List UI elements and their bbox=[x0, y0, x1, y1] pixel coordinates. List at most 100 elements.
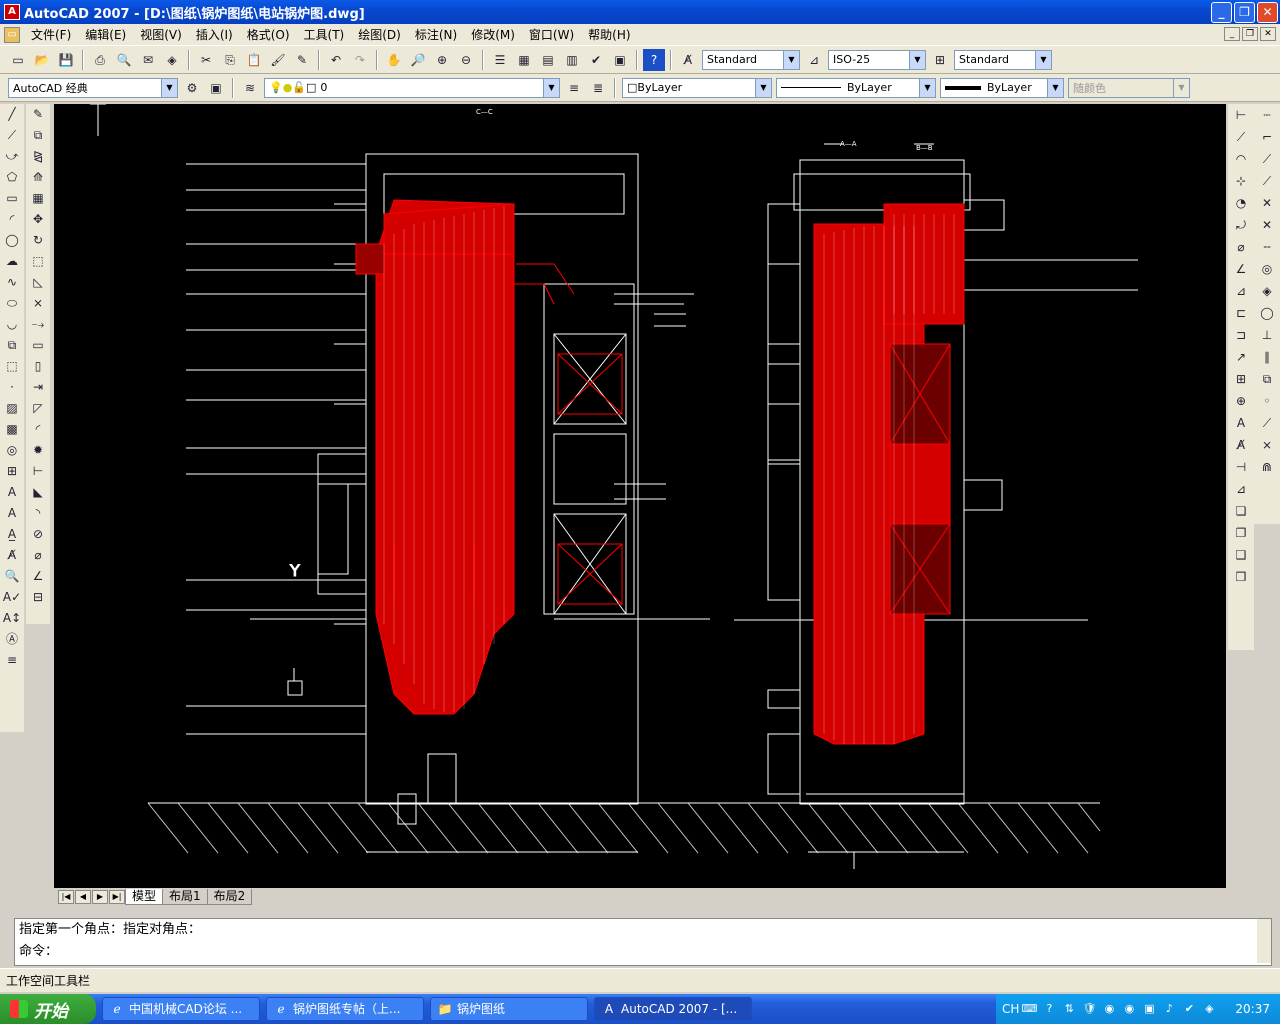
array-icon[interactable]: ▦ bbox=[27, 188, 49, 209]
qq-icon[interactable]: ◉ bbox=[1101, 1001, 1117, 1017]
snap-apparent-icon[interactable]: ✕ bbox=[1256, 214, 1278, 236]
line-icon[interactable]: ╱ bbox=[1, 104, 23, 125]
sheet-set-icon[interactable]: ▥ bbox=[561, 49, 583, 71]
draw-order-front-icon[interactable]: ❏ bbox=[1230, 500, 1252, 522]
snap-endpoint-icon[interactable]: ⟋ bbox=[1256, 148, 1278, 170]
antivirus-icon[interactable]: ✔ bbox=[1181, 1001, 1197, 1017]
dim-aligned-icon[interactable]: ◣ bbox=[27, 482, 49, 503]
doc-minimize-button[interactable]: _ bbox=[1224, 27, 1240, 41]
menu-file[interactable]: 文件(F) bbox=[24, 26, 78, 43]
copy-object-icon[interactable]: ⧉ bbox=[27, 125, 49, 146]
next-tab-icon[interactable]: ▶ bbox=[92, 890, 108, 904]
new-icon[interactable]: ▭ bbox=[7, 49, 29, 71]
command-window[interactable]: 指定第一个角点：指定对角点： 命令： bbox=[14, 918, 1272, 966]
break-point-icon[interactable]: ▭ bbox=[27, 335, 49, 356]
dim-style-select[interactable]: ISO-25 ▼ bbox=[828, 49, 926, 70]
dim-continue-icon[interactable]: ⊐ bbox=[1230, 324, 1252, 346]
3d-dwf-icon[interactable]: ◈ bbox=[161, 49, 183, 71]
extend-icon[interactable]: ⤍ bbox=[27, 314, 49, 335]
snap-from-icon[interactable]: ⌐ bbox=[1256, 126, 1278, 148]
ellipse-icon[interactable]: ⬭ bbox=[1, 293, 23, 314]
rotate-icon[interactable]: ↻ bbox=[27, 230, 49, 251]
snap-settings-icon[interactable]: ⋒ bbox=[1256, 456, 1278, 478]
layer-previous-icon[interactable]: ≣ bbox=[587, 77, 609, 99]
snap-parallel-icon[interactable]: ∥ bbox=[1256, 346, 1278, 368]
qq-icon2[interactable]: ◉ bbox=[1121, 1001, 1137, 1017]
convert-distance-icon[interactable]: ≡ bbox=[1, 650, 23, 671]
design-center-icon[interactable]: ▦ bbox=[513, 49, 535, 71]
table-style-select[interactable]: Standard ▼ bbox=[954, 49, 1052, 70]
last-tab-icon[interactable]: ▶| bbox=[109, 890, 125, 904]
menu-edit[interactable]: 编辑(E) bbox=[78, 26, 133, 43]
volume-icon[interactable]: ♪ bbox=[1161, 1001, 1177, 1017]
task-autocad[interactable]: A AutoCAD 2007 - [... bbox=[594, 997, 752, 1021]
chamfer-icon[interactable]: ◸ bbox=[27, 398, 49, 419]
point-icon[interactable]: · bbox=[1, 377, 23, 398]
layer-manager-icon[interactable]: ≋ bbox=[239, 77, 261, 99]
publish-icon[interactable]: ✉ bbox=[137, 49, 159, 71]
dim-linear-icon2[interactable]: ⊢ bbox=[1230, 104, 1252, 126]
fillet-icon[interactable]: ◜ bbox=[27, 419, 49, 440]
justify-text-icon[interactable]: Ⓐ bbox=[1, 629, 23, 650]
network-icon[interactable]: ▣ bbox=[1141, 1001, 1157, 1017]
snap-none-icon[interactable]: ⨯ bbox=[1256, 434, 1278, 456]
maximize-button[interactable]: ❐ bbox=[1234, 2, 1255, 23]
layer-select[interactable]: 💡 ● 🔓 □ 0 ▼ bbox=[264, 77, 560, 98]
menu-view[interactable]: 视图(V) bbox=[133, 26, 189, 43]
task-boiler-folder[interactable]: 📁 锅炉图纸 bbox=[430, 997, 588, 1021]
text-style-icon2[interactable]: A̸ bbox=[1, 545, 23, 566]
center-mark-icon[interactable]: ⊕ bbox=[1230, 390, 1252, 412]
dim-radius-icon[interactable]: ⊘ bbox=[27, 524, 49, 545]
security-shield-icon[interactable]: 🛡 bbox=[1081, 1001, 1097, 1017]
stretch-icon[interactable]: ◺ bbox=[27, 272, 49, 293]
erase-icon[interactable]: ✎ bbox=[27, 104, 49, 125]
text-style-select[interactable]: Standard ▼ bbox=[702, 49, 800, 70]
text-icon[interactable]: A bbox=[1, 503, 23, 524]
markup-icon[interactable]: ✔ bbox=[585, 49, 607, 71]
zoom-realtime-icon[interactable]: 🔎 bbox=[407, 49, 429, 71]
drawing-canvas[interactable]: C—C A—A B—B Y bbox=[54, 104, 1226, 888]
dim-arc-icon[interactable]: ◝ bbox=[27, 503, 49, 524]
snap-extension-icon[interactable]: ╌ bbox=[1256, 236, 1278, 258]
arc-icon[interactable]: ◜ bbox=[1, 209, 23, 230]
snap-insert-icon[interactable]: ⧉ bbox=[1256, 368, 1278, 390]
linetype-select[interactable]: ByLayer ▼ bbox=[776, 77, 936, 98]
task-forum[interactable]: ℯ 中国机械CAD论坛 ... bbox=[102, 997, 260, 1021]
shield-icon[interactable]: ◈ bbox=[1201, 1001, 1217, 1017]
circle-icon[interactable]: ◯ bbox=[1, 230, 23, 251]
polygon-icon[interactable]: ⬠ bbox=[1, 167, 23, 188]
quick-dim-icon[interactable]: ⊟ bbox=[27, 587, 49, 608]
workspace-save-icon[interactable]: ▣ bbox=[205, 77, 227, 99]
dim-diameter-icon[interactable]: ⌀ bbox=[27, 545, 49, 566]
dim-aligned-icon2[interactable]: ⟋ bbox=[1230, 126, 1252, 148]
zoom-previous-icon[interactable]: ⊖ bbox=[455, 49, 477, 71]
menu-dimension[interactable]: 标注(N) bbox=[408, 26, 464, 43]
snap-perpendicular-icon[interactable]: ⊥ bbox=[1256, 324, 1278, 346]
doc-restore-button[interactable]: ❐ bbox=[1242, 27, 1258, 41]
help-icon[interactable]: ? bbox=[643, 48, 665, 71]
quick-leader-icon[interactable]: ↗ bbox=[1230, 346, 1252, 368]
menu-format[interactable]: 格式(O) bbox=[240, 26, 297, 43]
snap-node-icon[interactable]: ◦ bbox=[1256, 390, 1278, 412]
command-scrollbar[interactable] bbox=[1257, 919, 1271, 963]
zoom-window-icon[interactable]: ⊕ bbox=[431, 49, 453, 71]
spell-check-icon[interactable]: A✓ bbox=[1, 587, 23, 608]
table-icon[interactable]: ⊞ bbox=[1, 461, 23, 482]
color-select[interactable]: □ ByLayer ▼ bbox=[622, 77, 772, 98]
first-tab-icon[interactable]: |◀ bbox=[58, 890, 74, 904]
close-button[interactable]: ✕ bbox=[1257, 2, 1278, 23]
snap-intersection-icon[interactable]: ✕ bbox=[1256, 192, 1278, 214]
title-bar[interactable]: A AutoCAD 2007 - [D:\图纸\锅炉图纸\电站锅炉图.dwg] … bbox=[0, 0, 1280, 24]
find-text-icon[interactable]: 🔍 bbox=[1, 566, 23, 587]
explode-icon[interactable]: ✹ bbox=[27, 440, 49, 461]
language-indicator[interactable]: CH bbox=[1002, 1002, 1019, 1016]
paste-icon[interactable]: 📋 bbox=[243, 49, 265, 71]
prev-tab-icon[interactable]: ◀ bbox=[75, 890, 91, 904]
menu-insert[interactable]: 插入(I) bbox=[189, 26, 240, 43]
copy-icon[interactable]: ⎘ bbox=[219, 49, 241, 71]
offset-icon[interactable]: ⟰ bbox=[27, 167, 49, 188]
draw-order-below-icon[interactable]: ❒ bbox=[1230, 566, 1252, 588]
join-icon[interactable]: ⇥ bbox=[27, 377, 49, 398]
document-icon[interactable]: ▭ bbox=[4, 26, 20, 43]
tool-palettes-icon[interactable]: ▤ bbox=[537, 49, 559, 71]
